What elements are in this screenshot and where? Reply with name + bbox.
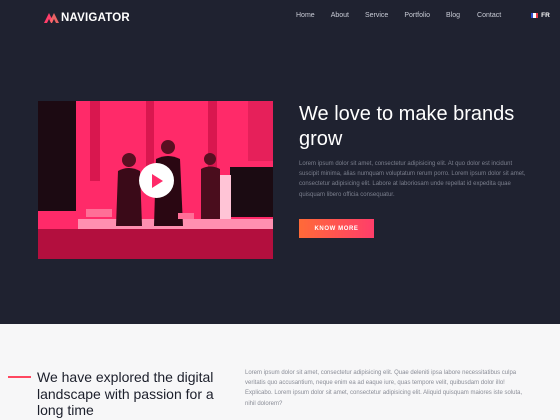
play-button[interactable] (139, 163, 174, 198)
france-flag-icon (531, 13, 539, 18)
brand-name: NAVIGATOR (61, 12, 130, 24)
brand-logo[interactable]: NAVIGATOR (44, 10, 130, 26)
double-triangle-logo-icon (44, 13, 59, 23)
nav-item-home[interactable]: Home (296, 12, 315, 19)
about-title: We have explored the digital landscape w… (37, 369, 214, 418)
hero-section: NAVIGATOR Home About Service Portfolio B… (0, 0, 560, 324)
language-switcher[interactable]: FR (531, 12, 550, 19)
know-more-button[interactable]: KNOW MORE (299, 219, 374, 238)
play-icon (151, 173, 163, 188)
nav-item-service[interactable]: Service (365, 12, 388, 19)
nav-item-about[interactable]: About (331, 12, 349, 19)
language-label: FR (541, 12, 550, 19)
nav-item-portfolio[interactable]: Portfolio (404, 12, 430, 19)
about-description: Lorem ipsum dolor sit amet, consectetur … (245, 370, 523, 407)
hero-title: We love to make brands grow (299, 103, 515, 150)
hero-video[interactable] (38, 101, 273, 259)
about-section: We have explored the digital landscape w… (0, 324, 560, 420)
title-accent-line (8, 376, 31, 378)
main-nav: Home About Service Portfolio Blog Contac… (296, 12, 550, 19)
nav-item-contact[interactable]: Contact (477, 12, 501, 19)
nav-item-blog[interactable]: Blog (446, 12, 460, 19)
hero-description: Lorem ipsum dolor sit amet, consectetur … (299, 161, 526, 198)
